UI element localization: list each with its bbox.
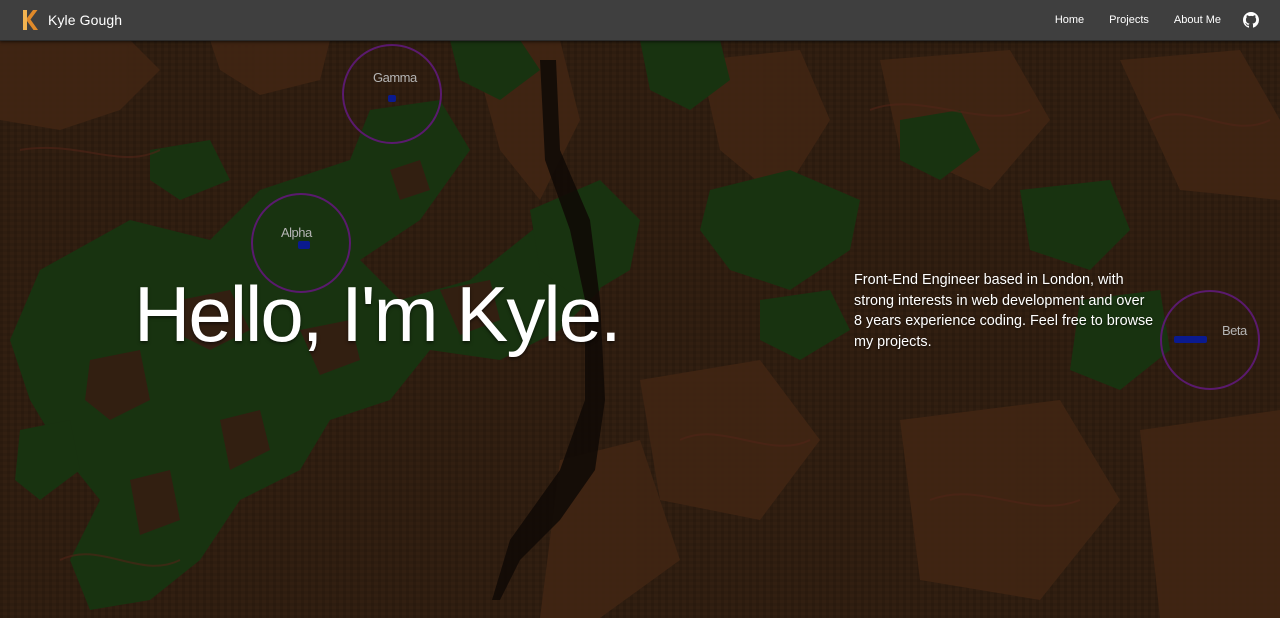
nav-link-about-me[interactable]: About Me	[1174, 14, 1221, 26]
page: Gamma Alpha Beta Hello, I'm Kyle. Front-…	[0, 0, 1280, 618]
nav-link-projects[interactable]: Projects	[1109, 14, 1149, 26]
unit-beta[interactable]	[1174, 336, 1207, 343]
hero-title: Hello, I'm Kyle.	[134, 270, 622, 358]
hero-description: Front-End Engineer based in London, with…	[854, 272, 1154, 350]
unit-gamma[interactable]	[388, 95, 396, 102]
marker-ring-gamma[interactable]	[342, 44, 442, 144]
k-logo-icon	[20, 9, 40, 31]
top-navbar: Kyle Gough Home Projects About Me	[0, 0, 1280, 41]
nav-links: Home Projects About Me	[1030, 0, 1260, 40]
marker-label-alpha: Alpha	[281, 225, 312, 240]
marker-label-gamma: Gamma	[373, 70, 417, 85]
brand-name: Kyle Gough	[48, 12, 123, 28]
nav-link-home[interactable]: Home	[1055, 14, 1084, 26]
marker-label-beta: Beta	[1222, 323, 1247, 338]
unit-alpha[interactable]	[298, 241, 310, 249]
brand-link[interactable]: Kyle Gough	[20, 8, 122, 32]
github-icon[interactable]	[1242, 11, 1260, 29]
